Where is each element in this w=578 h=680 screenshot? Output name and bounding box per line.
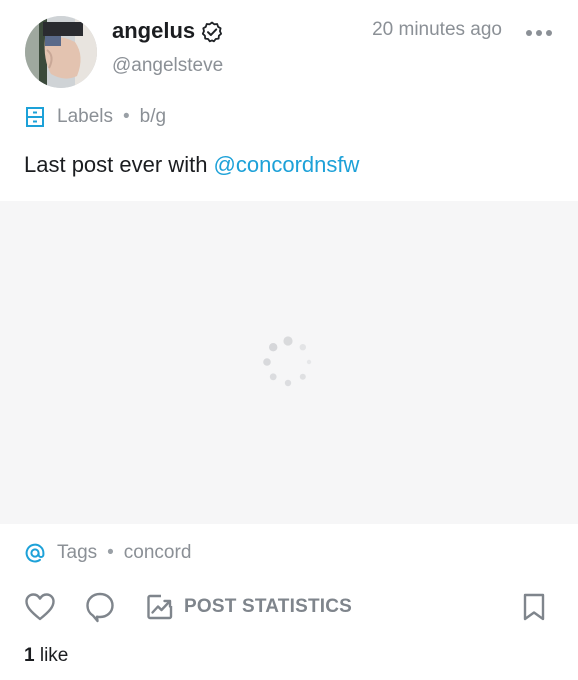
comment-bubble-icon [86, 592, 114, 623]
post-statistics-button[interactable]: POST STATISTICS [146, 590, 352, 624]
tags-row[interactable]: Tags • concord [24, 540, 191, 566]
labels-separator: • [123, 106, 130, 127]
bookmark-button[interactable] [520, 590, 548, 624]
post-card: angelus @angelsteve 20 minutes ago Label… [0, 0, 578, 680]
display-name[interactable]: angelus [112, 17, 195, 45]
label-value[interactable]: b/g [140, 106, 166, 128]
spinner-icon [263, 336, 312, 387]
labels-icon [26, 107, 44, 127]
post-statistics-label: POST STATISTICS [184, 596, 353, 617]
likes-count[interactable]: 1 like [24, 644, 68, 668]
tag-value[interactable]: concord [124, 542, 192, 564]
likes-number: 1 [24, 645, 35, 666]
tags-title: Tags [57, 542, 98, 563]
comment-button[interactable] [85, 590, 115, 624]
like-button[interactable] [24, 590, 56, 624]
post-text: Last post ever with @concordnsfw [24, 150, 359, 180]
more-options-icon[interactable] [524, 23, 554, 43]
tags-separator: • [107, 542, 114, 563]
likes-label: like [34, 645, 69, 666]
heart-icon [25, 593, 55, 621]
username[interactable]: @angelsteve [112, 54, 223, 78]
avatar[interactable] [25, 16, 97, 88]
statistics-chart-icon [147, 594, 173, 620]
mention-link[interactable]: @concordnsfw [214, 152, 360, 177]
post-timestamp[interactable]: 20 minutes ago [372, 18, 502, 42]
labels-title: Labels [57, 106, 113, 127]
post-text-body: Last post ever with [24, 152, 214, 177]
avatar-image [25, 16, 97, 88]
labels-row[interactable]: Labels • b/g [24, 104, 166, 130]
bookmark-icon [523, 593, 545, 621]
verified-badge-icon [201, 21, 222, 43]
at-icon [25, 543, 45, 563]
